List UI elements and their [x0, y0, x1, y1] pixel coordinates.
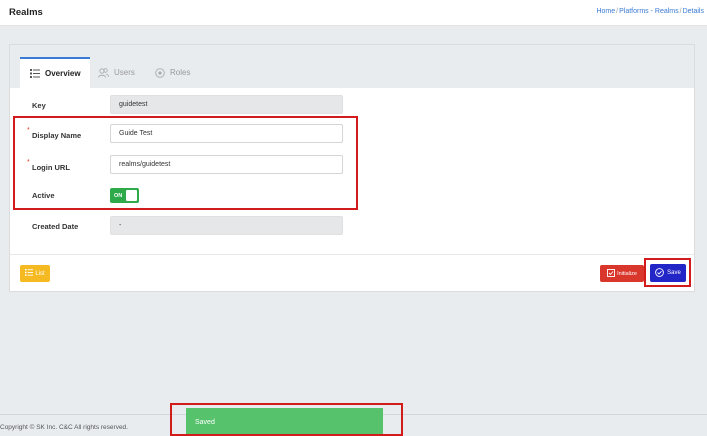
created-date-field: -: [110, 216, 343, 235]
list-button-label: List: [35, 270, 45, 277]
tab-users[interactable]: Users: [98, 57, 135, 88]
copyright-text: Copyright © SK Inc. C&C All rights reser…: [0, 424, 128, 431]
tab-roles-label: Roles: [170, 68, 191, 77]
check-square-icon: [607, 268, 616, 279]
top-bar: Realms Home/Platforms - Realms/Details: [0, 0, 707, 26]
breadcrumb: Home/Platforms - Realms/Details: [596, 8, 704, 15]
toast-highlight-box: [170, 403, 403, 436]
tab-roles[interactable]: Roles: [155, 57, 190, 88]
save-highlight-box: [644, 258, 691, 287]
created-date-label: Created Date: [32, 222, 79, 231]
initialize-button[interactable]: Initialize: [600, 265, 644, 282]
key-label: Key: [32, 101, 46, 110]
tab-users-label: Users: [114, 68, 135, 77]
breadcrumb-home[interactable]: Home: [596, 8, 615, 15]
form-highlight-box: [13, 116, 358, 210]
list-icon: [30, 69, 40, 78]
initialize-button-label: Initialize: [617, 270, 637, 277]
key-field: guidetest: [110, 95, 343, 114]
list-button[interactable]: List: [20, 265, 50, 282]
breadcrumb-details: Details: [682, 8, 704, 15]
breadcrumb-platforms-realms[interactable]: Platforms - Realms: [619, 8, 679, 15]
page-title: Realms: [9, 7, 43, 18]
tab-overview[interactable]: Overview: [20, 57, 90, 88]
tab-overview-label: Overview: [45, 69, 81, 78]
card-footer-divider: [10, 254, 694, 255]
list-icon: [25, 269, 34, 278]
roles-icon: [155, 67, 165, 78]
tab-bar: Overview Users Roles: [10, 45, 694, 88]
users-icon: [98, 67, 109, 78]
